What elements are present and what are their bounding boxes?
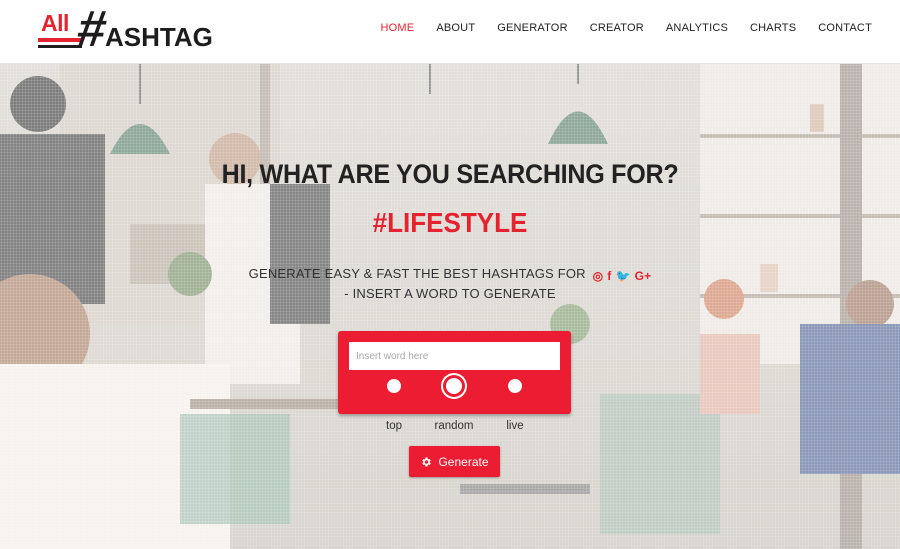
- nav-charts[interactable]: CHARTS: [750, 22, 796, 34]
- gear-icon: [422, 457, 432, 466]
- logo-hashtag-text: ASHTAG: [105, 22, 213, 52]
- radio-random[interactable]: [446, 378, 462, 394]
- radio-live-label: live: [506, 420, 524, 432]
- hero-description-line2: - INSERT A WORD TO GENERATE: [344, 286, 556, 301]
- generate-button[interactable]: Generate: [409, 446, 500, 477]
- radio-live[interactable]: [508, 379, 522, 393]
- radio-random-label: random: [434, 420, 474, 432]
- generate-button-label: Generate: [438, 454, 489, 469]
- hero-section: HI, WHAT ARE YOU SEARCHING FOR? #LIFESTY…: [0, 64, 900, 549]
- nav-analytics[interactable]: ANALYTICS: [666, 22, 728, 34]
- main-nav: HOME ABOUT GENERATOR CREATOR ANALYTICS C…: [359, 22, 872, 34]
- nav-creator[interactable]: CREATOR: [590, 22, 644, 34]
- search-panel: [338, 331, 571, 414]
- social-icons: ◎ f 🐦 G+: [593, 269, 652, 283]
- facebook-icon: f: [607, 269, 612, 283]
- radio-top-label: top: [386, 420, 402, 432]
- nav-contact[interactable]: CONTACT: [818, 22, 872, 34]
- word-input[interactable]: [349, 342, 560, 370]
- description-text: GENERATE EASY & FAST THE BEST HASHTAGS F…: [248, 266, 586, 281]
- nav-home[interactable]: HOME: [381, 22, 415, 34]
- hero-description-line1: GENERATE EASY & FAST THE BEST HASHTAGS F…: [0, 266, 900, 283]
- google-plus-icon: G+: [634, 269, 652, 283]
- site-header: All # ASHTAG HOME ABOUT GENERATOR CREATO…: [0, 0, 900, 64]
- radio-top[interactable]: [387, 379, 401, 393]
- twitter-icon: 🐦: [615, 269, 631, 283]
- hero-headline: HI, WHAT ARE YOU SEARCHING FOR?: [221, 159, 679, 189]
- site-logo[interactable]: All # ASHTAG: [38, 0, 218, 57]
- logo-all-text: All: [41, 10, 69, 36]
- nav-about[interactable]: ABOUT: [436, 22, 475, 34]
- nav-generator[interactable]: GENERATOR: [497, 22, 567, 34]
- instagram-icon: ◎: [592, 269, 604, 283]
- hero-hashtag-word: #LIFESTYLE: [372, 207, 528, 238]
